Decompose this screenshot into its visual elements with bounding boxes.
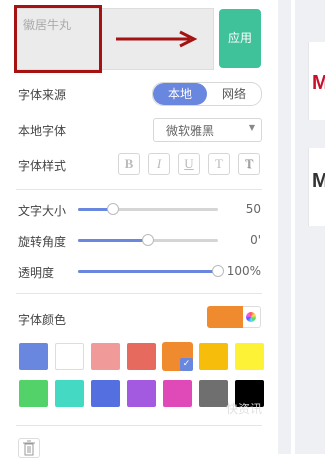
- color-swatch[interactable]: [163, 380, 192, 407]
- slider-thumb[interactable]: [142, 234, 154, 246]
- template-card[interactable]: M: [308, 42, 325, 120]
- delete-button[interactable]: [18, 438, 40, 458]
- font-source-web-option[interactable]: 网络: [207, 83, 261, 105]
- color-swatch[interactable]: [127, 380, 156, 407]
- color-wheel-icon: [246, 312, 256, 322]
- slider-thumb[interactable]: [107, 203, 119, 215]
- opacity-label: 透明度: [18, 266, 55, 280]
- divider: [16, 189, 262, 190]
- font-source-toggle: 本地 网络: [152, 82, 262, 106]
- color-swatch[interactable]: [19, 380, 48, 407]
- font-size-value: 50: [245, 202, 261, 216]
- slider-fill: [78, 239, 148, 242]
- rotation-value: 0': [250, 233, 261, 247]
- italic-button[interactable]: I: [148, 153, 170, 175]
- text-shadow-button[interactable]: T: [238, 153, 260, 175]
- template-preview-image: M: [312, 72, 325, 94]
- local-font-select[interactable]: 微软雅黑 ▼: [153, 118, 262, 142]
- apply-button[interactable]: 应用: [219, 9, 261, 68]
- divider: [16, 425, 262, 426]
- rotation-slider[interactable]: [78, 234, 218, 246]
- font-size-slider[interactable]: [78, 203, 218, 215]
- color-swatch[interactable]: [235, 343, 264, 370]
- text-outline-button[interactable]: T: [208, 153, 230, 175]
- watermark-text: 快资讯: [226, 402, 263, 416]
- font-size-label: 文字大小: [18, 204, 67, 218]
- color-picker-button[interactable]: [243, 306, 261, 328]
- current-color-swatch[interactable]: [207, 306, 243, 328]
- scrollbar[interactable]: [291, 0, 295, 454]
- trash-icon: [23, 440, 35, 456]
- color-swatch[interactable]: ✓: [163, 343, 193, 371]
- color-swatch[interactable]: [91, 380, 120, 407]
- color-swatch[interactable]: [55, 380, 84, 407]
- slider-fill: [78, 270, 218, 273]
- template-preview-image: M: [312, 170, 325, 192]
- check-icon: ✓: [180, 358, 193, 371]
- annotation-arrow-icon: [116, 30, 198, 48]
- bold-button[interactable]: B: [118, 153, 140, 175]
- color-swatch[interactable]: [199, 343, 228, 370]
- color-swatch[interactable]: [199, 380, 228, 407]
- annotation-highlight-box: [14, 5, 102, 73]
- text-settings-panel: 徽居牛丸 应用 字体来源 本地 网络 本地字体 微软雅黑 ▼ 字体样式 B I …: [0, 0, 278, 458]
- font-style-label: 字体样式: [18, 159, 67, 173]
- local-font-value: 微软雅黑: [166, 124, 215, 138]
- font-color-label: 字体颜色: [18, 313, 67, 327]
- font-source-local-option[interactable]: 本地: [153, 83, 207, 105]
- color-swatch[interactable]: [55, 343, 84, 370]
- divider: [16, 293, 262, 294]
- font-source-label: 字体来源: [18, 88, 67, 102]
- chevron-down-icon: ▼: [248, 123, 255, 132]
- color-swatch[interactable]: [91, 343, 120, 370]
- underline-button[interactable]: U: [178, 153, 200, 175]
- local-font-label: 本地字体: [18, 124, 67, 138]
- opacity-slider[interactable]: [78, 265, 224, 277]
- color-swatch[interactable]: [127, 343, 156, 370]
- template-card[interactable]: M: [308, 148, 325, 226]
- opacity-value: 100%: [226, 264, 261, 278]
- rotation-label: 旋转角度: [18, 235, 67, 249]
- color-swatch[interactable]: [19, 343, 48, 370]
